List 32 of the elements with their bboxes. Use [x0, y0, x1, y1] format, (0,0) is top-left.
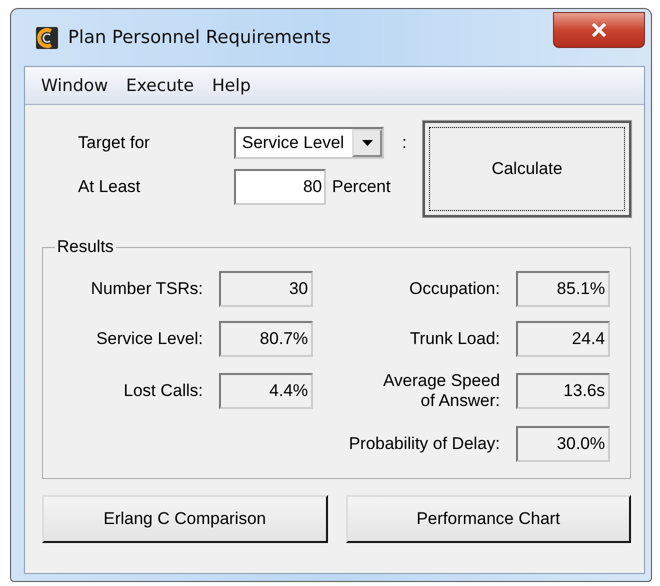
target-dropdown[interactable]: Service Level — [234, 127, 384, 159]
percent-label: Percent — [332, 177, 392, 197]
menu-item[interactable]: Help — [210, 74, 263, 98]
results-title: Results — [56, 237, 115, 257]
menu-item[interactable]: Window — [39, 74, 120, 98]
menu-item[interactable]: Execute — [124, 74, 206, 98]
target-label: Target for — [77, 133, 151, 153]
dropdown-arrow-icon — [362, 140, 372, 146]
at-least-label: At Least — [77, 177, 142, 197]
calculate-button[interactable]: Calculate — [423, 121, 631, 217]
close-icon — [590, 22, 608, 38]
percent-input[interactable]: 80 — [234, 169, 326, 205]
action-button[interactable]: Performance Chart — [346, 495, 631, 543]
result-value: 13.6s — [516, 373, 610, 410]
result-label: Average Speed of Answer: — [382, 371, 500, 412]
result-label: Number TSRs: — [90, 278, 203, 300]
result-value: 30.0% — [516, 426, 610, 462]
result-value: 80.7% — [219, 321, 313, 357]
result-label: Lost Calls: — [122, 381, 203, 402]
colon-label: : — [401, 133, 407, 153]
result-value: 4.4% — [219, 373, 313, 410]
result-label: Service Level: — [95, 328, 203, 350]
result-label: Occupation: — [408, 278, 500, 300]
result-value: 24.4 — [516, 321, 610, 357]
result-label: Probability of Delay: — [348, 434, 500, 454]
close-button[interactable] — [553, 12, 645, 48]
action-button[interactable]: Erlang C Comparison — [42, 495, 328, 543]
result-value: 30 — [219, 271, 313, 307]
result-value: 85.1% — [516, 271, 610, 307]
result-label: Trunk Load: — [408, 328, 500, 350]
app-logo-icon — [36, 26, 58, 48]
window-title: Plan Personnel Requirements — [68, 27, 331, 48]
